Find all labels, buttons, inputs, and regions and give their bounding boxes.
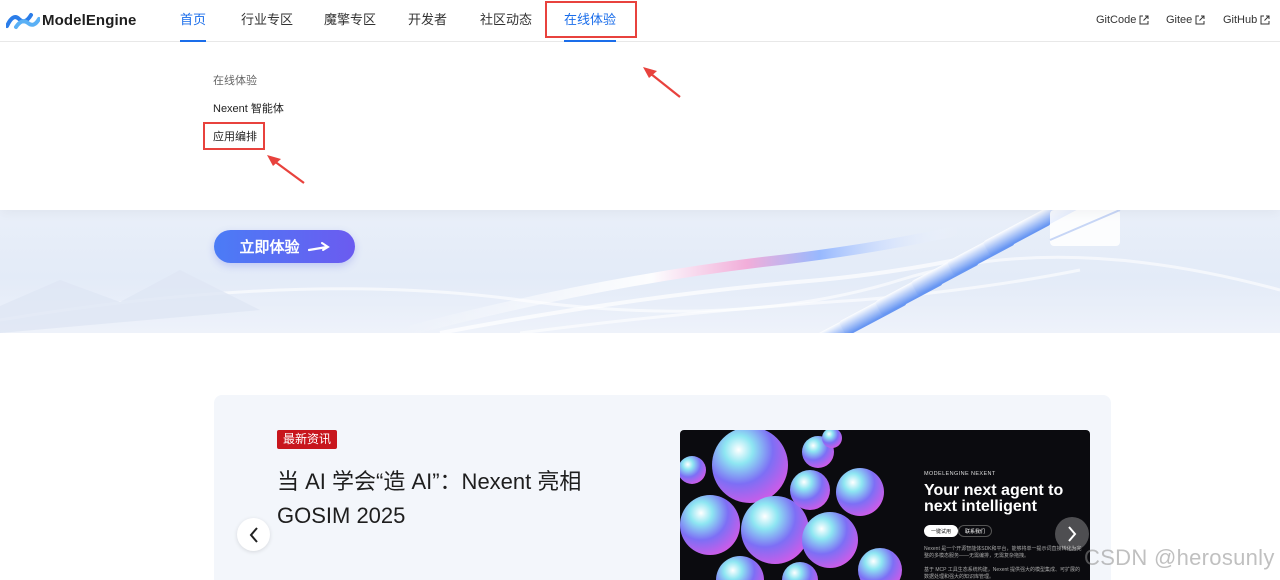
github-link[interactable]: GitHub [1223,0,1270,40]
modelengine-logo-icon [6,13,40,29]
top-nav-bar: ModelEngine 首页 行业专区 魔擎专区 开发者 社区动态 在线体验 G… [0,0,1280,42]
banner-illustration [0,210,1280,333]
arrow-right-icon [307,241,330,251]
hero-banner: 立即体验 [0,210,1280,333]
highlight-box-nav [545,1,637,38]
bubbles-artwork [680,430,902,580]
chevron-right-icon [1068,526,1077,542]
annotation-arrow-icon [267,155,305,184]
external-link-icon [1139,15,1149,25]
image-body-1: Nexent 是一个开源智能体SDK和平台，能够将单一提示词直接转化为完整的多模… [924,546,1082,559]
watermark: CSDN @herosunly [1084,545,1275,570]
news-badge: 最新资讯 [277,430,338,449]
image-pill-primary: 一键试用 [924,525,959,537]
gitee-link-label: Gitee [1166,14,1193,26]
external-link-icon [1260,15,1270,25]
carousel-prev-button[interactable] [237,518,270,551]
chevron-left-icon [249,526,258,543]
nav-industry-label: 行业专区 [241,12,294,27]
nav-community[interactable]: 社区动态 [480,0,532,42]
nav-home[interactable]: 首页 [180,0,207,42]
logo[interactable]: ModelEngine [6,9,136,31]
nav-home-label: 首页 [180,12,207,27]
highlight-box-dropdown-item [203,122,265,150]
image-eyebrow: MODELENGINE NEXENT [924,471,996,477]
nav-moqing[interactable]: 魔擎专区 [324,0,376,42]
nav-community-label: 社区动态 [480,12,533,27]
external-link-icon [1195,15,1205,25]
annotation-arrow-icon [643,67,681,98]
nav-active-underline [180,40,207,42]
dropdown-title: 在线体验 [213,75,257,87]
image-pill-secondary: 联系我们 [958,525,993,537]
news-title[interactable]: 当 AI 学会“造 AI”：Nexent 亮相 GOSIM 2025 [277,465,637,533]
dropdown-item-nexent[interactable]: Nexent 智能体 [213,100,284,116]
image-body-2: 基于 MCP 工具生态系统构建，Nexent 提供强大的模型集成、可扩展的数据处… [924,567,1081,580]
github-link-label: GitHub [1223,14,1258,26]
nav-developer-label: 开发者 [408,12,448,27]
page: ModelEngine 首页 行业专区 魔擎专区 开发者 社区动态 在线体验 G… [0,0,1280,580]
nav-developer[interactable]: 开发者 [408,0,447,42]
nav-industry[interactable]: 行业专区 [241,0,293,42]
news-image[interactable]: MODELENGINE NEXENT Your next agent to ne… [680,430,1090,580]
try-now-button[interactable]: 立即体验 [214,230,355,263]
try-now-label: 立即体验 [239,239,300,256]
nav-hover-underline [564,40,617,42]
gitcode-link[interactable]: GitCode [1096,0,1149,40]
gitcode-link-label: GitCode [1096,14,1137,26]
logo-text: ModelEngine [42,11,137,29]
image-headline: Your next agent to next intelligent [924,482,1064,515]
nav-moqing-label: 魔擎专区 [324,12,377,27]
gitee-link[interactable]: Gitee [1166,0,1205,40]
